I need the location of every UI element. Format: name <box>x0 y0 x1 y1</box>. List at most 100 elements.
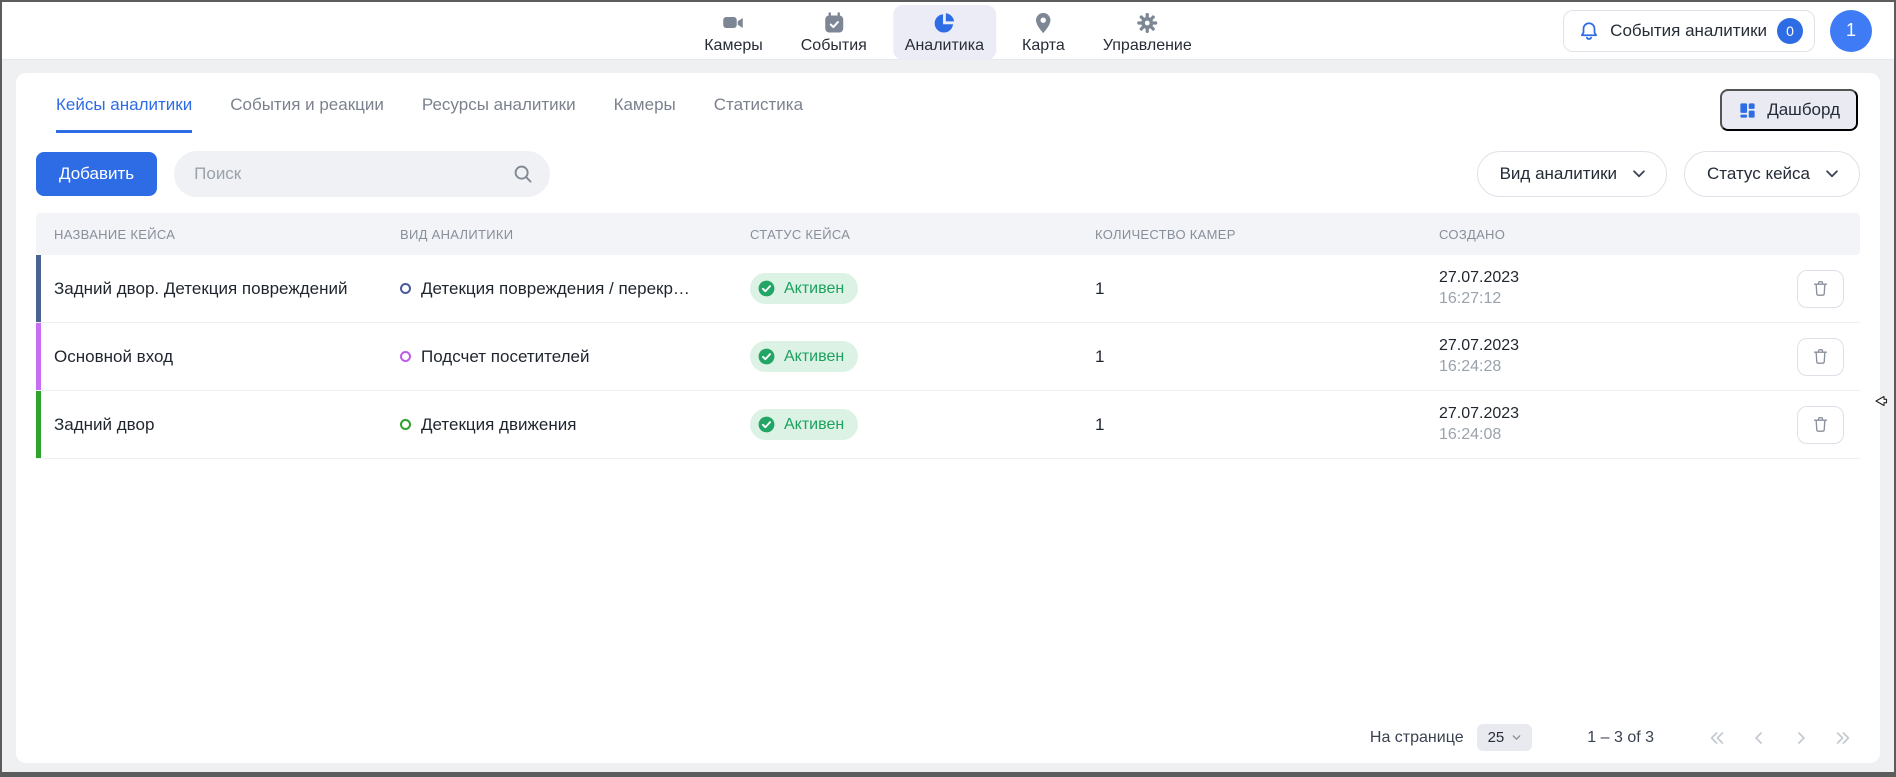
created-cell: 27.07.2023 16:24:28 <box>1439 336 1762 378</box>
pagination: На странице 25 1 – 3 of 3 <box>1370 724 1854 751</box>
delete-case-button[interactable] <box>1797 270 1844 308</box>
user-avatar[interactable]: 1 <box>1830 10 1872 52</box>
chevron-down-icon <box>1510 731 1523 744</box>
tab-analytics-resources[interactable]: Ресурсы аналитики <box>422 95 576 133</box>
gear-icon <box>1135 11 1159 35</box>
search-icon[interactable] <box>512 163 534 185</box>
table-row[interactable]: Основной вход Подсчет посетителей Активе… <box>36 323 1860 391</box>
per-page-label: На странице <box>1370 729 1464 747</box>
analytics-type-label: Подсчет посетителей <box>421 347 589 367</box>
analytics-type-filter-label: Вид аналитики <box>1500 164 1617 184</box>
search-input[interactable] <box>194 164 512 184</box>
created-date: 27.07.2023 <box>1439 336 1762 357</box>
page-background: Кейсы аналитики События и реакции Ресурс… <box>2 60 1894 772</box>
case-status-filter-label: Статус кейса <box>1707 164 1810 184</box>
camera-icon <box>721 11 745 35</box>
analytics-type-dot-icon <box>400 283 411 294</box>
tabs: Кейсы аналитики События и реакции Ресурс… <box>56 95 803 133</box>
case-color-stripe <box>36 323 41 390</box>
column-header-created: СОЗДАНО <box>1439 227 1762 242</box>
trash-icon <box>1811 279 1830 298</box>
calendar-check-icon <box>822 11 846 35</box>
add-case-button[interactable]: Добавить <box>36 152 157 196</box>
page-range-label: 1 – 3 of 3 <box>1587 729 1654 747</box>
nav-item-events[interactable]: События <box>789 5 879 60</box>
header-actions: События аналитики 0 1 <box>1563 10 1872 52</box>
main-nav: Камеры События Аналитика <box>692 5 1204 60</box>
toolbar: Добавить Вид аналитики Статус ке <box>16 137 1880 197</box>
delete-case-button[interactable] <box>1797 338 1844 376</box>
tab-events-reactions[interactable]: События и реакции <box>230 95 384 133</box>
nav-item-analytics[interactable]: Аналитика <box>893 5 996 60</box>
trash-icon <box>1811 415 1830 434</box>
column-header-case-status: СТАТУС КЕЙСА <box>750 227 1095 242</box>
status-label: Активен <box>784 416 844 434</box>
case-color-stripe <box>36 391 41 458</box>
nav-item-settings[interactable]: Управление <box>1091 5 1204 60</box>
chevron-right-icon <box>1791 728 1811 748</box>
nav-label: Камеры <box>704 37 763 55</box>
table-row[interactable]: Задний двор. Детекция повреждений Детекц… <box>36 255 1860 323</box>
next-page-button[interactable] <box>1790 727 1812 749</box>
first-page-button[interactable] <box>1706 727 1728 749</box>
double-chevron-right-icon <box>1833 728 1853 748</box>
analytics-events-button[interactable]: События аналитики 0 <box>1563 10 1815 52</box>
case-color-stripe <box>36 255 41 322</box>
nav-label: Аналитика <box>905 37 984 55</box>
case-name: Основной вход <box>36 347 400 367</box>
analytics-type-filter[interactable]: Вид аналитики <box>1477 151 1667 197</box>
status-cell: Активен <box>750 409 1095 440</box>
per-page-value: 25 <box>1488 729 1505 746</box>
analytics-type-dot-icon <box>400 419 411 430</box>
column-header-case-name: НАЗВАНИЕ КЕЙСА <box>36 227 400 242</box>
created-time: 16:27:12 <box>1439 289 1762 310</box>
case-status-filter[interactable]: Статус кейса <box>1684 151 1860 197</box>
delete-case-button[interactable] <box>1797 406 1844 444</box>
nav-item-map[interactable]: Карта <box>1010 5 1077 60</box>
mouse-cursor <box>1871 392 1889 410</box>
status-label: Активен <box>784 280 844 298</box>
chevron-left-icon <box>1749 728 1769 748</box>
status-badge: Активен <box>750 409 858 440</box>
camera-count: 1 <box>1095 415 1439 435</box>
nav-item-cameras[interactable]: Камеры <box>692 5 775 60</box>
analytics-type-cell: Подсчет посетителей <box>400 347 750 367</box>
tab-statistics[interactable]: Статистика <box>714 95 803 133</box>
created-cell: 27.07.2023 16:24:08 <box>1439 404 1762 446</box>
table-row[interactable]: Задний двор Детекция движения Активен <box>36 391 1860 459</box>
row-actions <box>1797 406 1860 444</box>
created-date: 27.07.2023 <box>1439 268 1762 289</box>
status-label: Активен <box>784 348 844 366</box>
tab-cameras[interactable]: Камеры <box>614 95 676 133</box>
analytics-type-label: Детекция повреждения / перекр… <box>421 279 690 299</box>
tab-analytics-cases[interactable]: Кейсы аналитики <box>56 95 192 133</box>
row-actions <box>1797 270 1860 308</box>
nav-label: Карта <box>1022 37 1065 55</box>
app-header: Камеры События Аналитика <box>2 2 1894 60</box>
created-cell: 27.07.2023 16:27:12 <box>1439 268 1762 310</box>
analytics-type-cell: Детекция движения <box>400 415 750 435</box>
last-page-button[interactable] <box>1832 727 1854 749</box>
check-circle-icon <box>757 415 776 434</box>
bell-icon <box>1578 20 1600 42</box>
analytics-type-dot-icon <box>400 351 411 362</box>
created-date: 27.07.2023 <box>1439 404 1762 425</box>
analytics-card: Кейсы аналитики События и реакции Ресурс… <box>16 73 1880 763</box>
search-box <box>174 151 550 197</box>
dashboard-button[interactable]: Дашборд <box>1720 89 1858 131</box>
status-cell: Активен <box>750 341 1095 372</box>
double-chevron-left-icon <box>1707 728 1727 748</box>
check-circle-icon <box>757 347 776 366</box>
case-name: Задний двор <box>36 415 400 435</box>
case-name: Задний двор. Детекция повреждений <box>36 279 400 299</box>
cases-table: НАЗВАНИЕ КЕЙСА ВИД АНАЛИТИКИ СТАТУС КЕЙС… <box>36 213 1860 459</box>
status-badge: Активен <box>750 341 858 372</box>
map-pin-icon <box>1031 11 1055 35</box>
events-count-badge: 0 <box>1777 18 1803 44</box>
chevron-down-icon <box>1823 165 1841 183</box>
camera-count: 1 <box>1095 347 1439 367</box>
analytics-type-cell: Детекция повреждения / перекр… <box>400 279 750 299</box>
prev-page-button[interactable] <box>1748 727 1770 749</box>
per-page-select[interactable]: 25 <box>1477 724 1533 751</box>
status-badge: Активен <box>750 273 858 304</box>
